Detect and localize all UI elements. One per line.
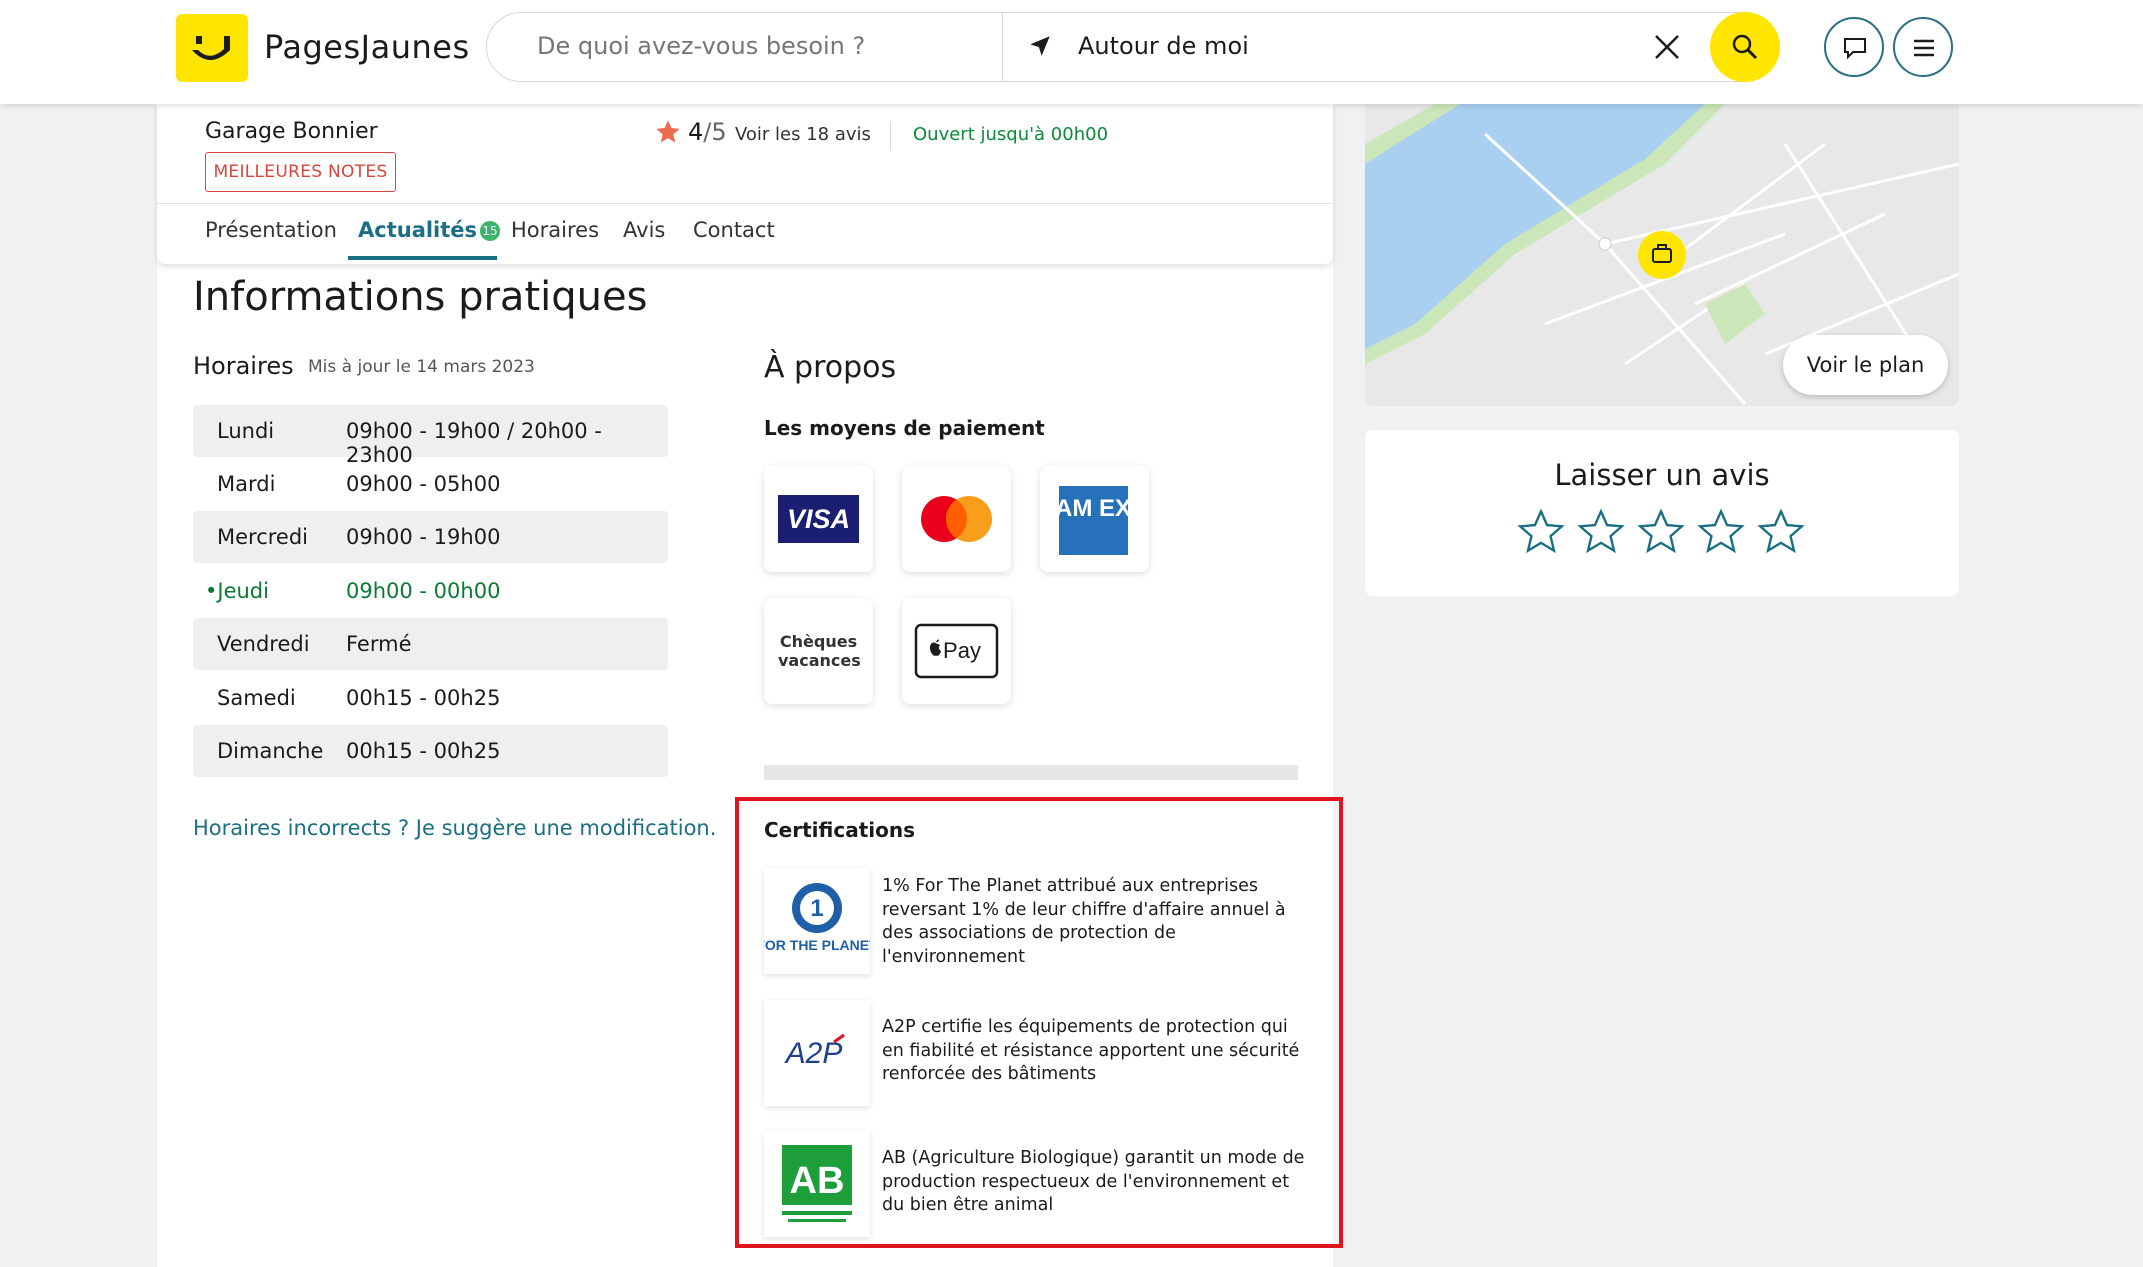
apple-pay-label: Pay (943, 638, 981, 663)
hours-updated-date: Mis à jour le 14 mars 2023 (308, 357, 535, 377)
view-map-button[interactable]: Voir le plan (1783, 335, 1948, 395)
search-button[interactable] (1710, 12, 1780, 82)
hours-day: •Jeudi (205, 579, 269, 603)
tab-horaires[interactable]: Horaires (511, 218, 599, 242)
hours-row: Lundi 09h00 - 19h00 / 20h00 - 23h00 (193, 405, 668, 467)
rating-star-4-icon[interactable] (1695, 506, 1747, 558)
rating-star-icon (656, 120, 680, 143)
close-icon[interactable] (1653, 33, 1681, 61)
svg-text:1: 1 (810, 895, 823, 922)
hours-day: Samedi (217, 686, 296, 710)
business-name: Garage Bonnier (205, 119, 378, 144)
visa-logo: VISA (764, 466, 873, 572)
hours-row: Vendredi Fermé (193, 618, 668, 670)
pagesjaunes-logo-icon[interactable] (176, 14, 248, 82)
planet-logo-label: FOR THE PLANET (764, 937, 870, 953)
hours-day: Lundi (217, 419, 275, 443)
business-header: Garage Bonnier MEILLEURES NOTES 4/5 Voir… (157, 104, 1333, 264)
section-divider (764, 765, 1298, 780)
ab-logo-label: AB (790, 1160, 845, 1202)
hours-day: Vendredi (217, 632, 310, 656)
hours-value: 00h15 - 00h25 (346, 739, 501, 763)
search-bar: De quoi avez-vous besoin ? Autour de moi (486, 12, 1780, 82)
search-where-input[interactable]: Autour de moi (1078, 32, 1249, 60)
search-what-input[interactable]: De quoi avez-vous besoin ? (537, 32, 865, 60)
cheques-vacances-label: Chèques vacances (778, 632, 861, 670)
rating-star-2-icon[interactable] (1575, 506, 1627, 558)
leave-review-title: Laisser un avis (1554, 458, 1770, 492)
active-tab-indicator (348, 256, 497, 260)
hours-title: Horaires (193, 352, 294, 380)
tab-avis[interactable]: Avis (623, 218, 665, 242)
hours-value: 09h00 - 00h00 (346, 579, 501, 603)
location-arrow-icon[interactable] (1027, 33, 1053, 59)
open-status: Ouvert jusqu'à 00h00 (913, 124, 1109, 145)
tab-contact[interactable]: Contact (693, 218, 775, 242)
site-header: PagesJaunes De quoi avez-vous besoin ? A… (0, 0, 2143, 104)
hours-value: 00h15 - 00h25 (346, 686, 501, 710)
rating-star-1-icon[interactable] (1515, 506, 1567, 558)
best-rated-badge: MEILLEURES NOTES (205, 152, 396, 192)
hours-row: Mardi 09h00 - 05h00 (193, 458, 668, 510)
certification-description: AB (Agriculture Biologique) garantit un … (882, 1148, 1305, 1215)
section-title: Informations pratiques (193, 274, 648, 320)
apple-pay-logo: Pay (902, 598, 1011, 704)
hours-row: Samedi 00h15 - 00h25 (193, 672, 668, 724)
one-percent-for-the-planet-logo: 1 FOR THE PLANET (756, 868, 878, 974)
reviews-link[interactable]: Voir les 18 avis (735, 124, 871, 145)
logo-wordmark[interactable]: PagesJaunes (264, 28, 470, 66)
search-divider (1002, 13, 1003, 81)
a2p-logo: A2P (764, 1000, 870, 1106)
hours-row: Dimanche 00h15 - 00h25 (193, 725, 668, 777)
tab-count-badge: 15 (480, 221, 501, 241)
hours-day: Mardi (217, 472, 276, 496)
nav-divider (157, 203, 1333, 204)
chat-bubble-icon (1844, 38, 1866, 60)
certification-description: A2P certifie les équipements de protecti… (882, 1017, 1300, 1084)
tab-actualites[interactable]: Actualités 15 (358, 218, 501, 242)
hours-row: Mercredi 09h00 - 19h00 (193, 511, 668, 563)
certifications-title: Certifications (764, 818, 915, 842)
leave-review-card: Laisser un avis (1365, 430, 1959, 596)
hours-value: Fermé (346, 632, 412, 656)
hours-row-today: •Jeudi 09h00 - 00h00 (193, 565, 668, 617)
amex-logo: AM EX (1040, 466, 1149, 572)
cheques-vacances-logo: Chèques vacances (764, 598, 873, 704)
header-separator (890, 122, 891, 150)
rating-star-5-icon[interactable] (1755, 506, 1807, 558)
agriculture-biologique-logo: AB (764, 1131, 870, 1237)
menu-button[interactable] (1893, 17, 1953, 77)
suggest-hours-link[interactable]: Horaires incorrects ? Je suggère une mod… (193, 816, 716, 840)
about-title: À propos (764, 350, 897, 385)
rating-star-3-icon[interactable] (1635, 506, 1687, 558)
certification-description: 1% For The Planet attribué aux entrepris… (882, 876, 1286, 967)
hours-day: Mercredi (217, 525, 309, 549)
chat-button[interactable] (1824, 17, 1884, 77)
hours-value: 09h00 - 05h00 (346, 472, 501, 496)
search-icon (1732, 34, 1758, 60)
hours-day: Dimanche (217, 739, 324, 763)
rating-score: 4/5 (688, 118, 727, 146)
a2p-logo-label: A2P (784, 1037, 843, 1070)
tab-presentation[interactable]: Présentation (205, 218, 337, 242)
amex-label: AM EX (1055, 495, 1131, 522)
payments-title: Les moyens de paiement (764, 416, 1045, 440)
hamburger-menu-icon (1914, 39, 1934, 57)
mastercard-logo (902, 466, 1011, 572)
visa-label: VISA (787, 504, 850, 534)
hours-value: 09h00 - 19h00 (346, 525, 501, 549)
